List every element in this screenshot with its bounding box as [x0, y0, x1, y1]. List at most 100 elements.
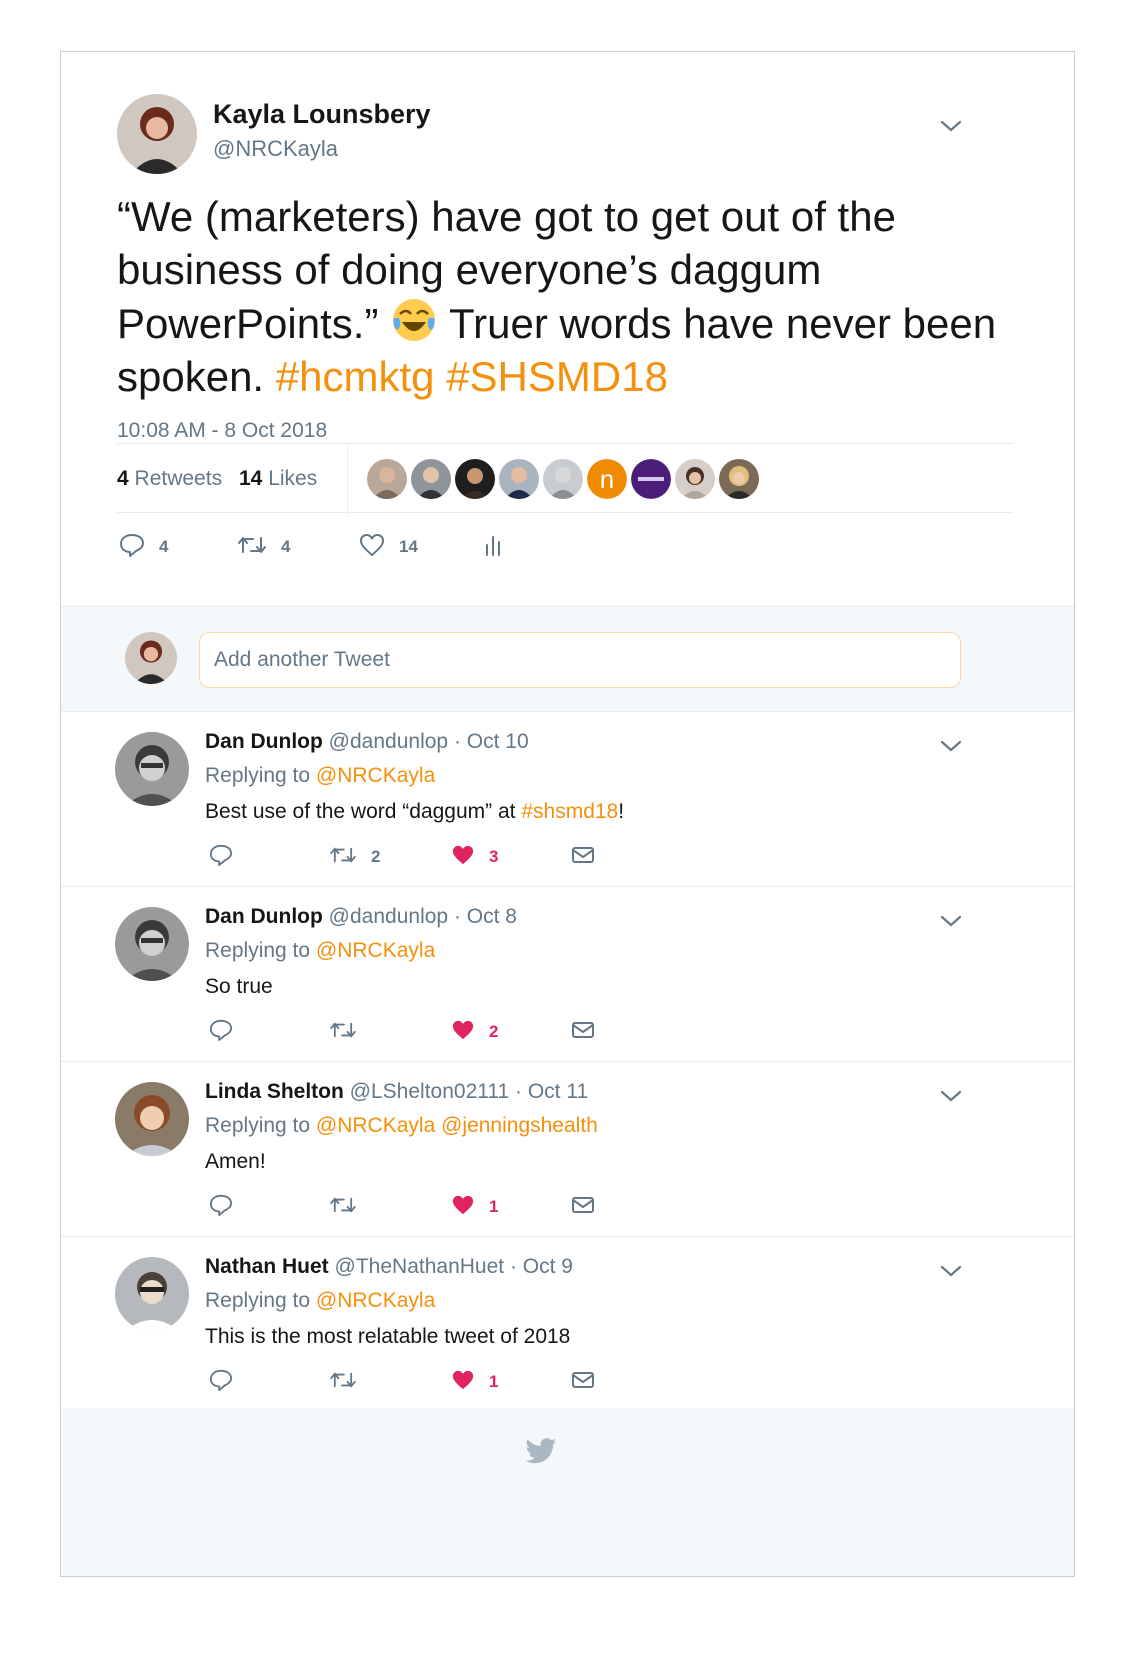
divider [347, 443, 348, 517]
reply-button[interactable] [209, 1192, 233, 1222]
hashtag-link[interactable]: #SHSMD18 [446, 353, 668, 400]
avatar [125, 632, 177, 684]
avatar[interactable] [675, 459, 715, 499]
divider [117, 512, 1013, 513]
like-count: 1 [489, 1372, 499, 1391]
reply-text: So true [205, 975, 273, 998]
reply-date[interactable]: · Oct 9 [510, 1255, 573, 1278]
reply-button[interactable] [209, 1017, 233, 1047]
avatar[interactable] [115, 732, 189, 806]
reply-author-handle[interactable]: @dandunlop [329, 905, 448, 928]
avatar[interactable] [455, 459, 495, 499]
avatar[interactable]: n [587, 459, 627, 499]
chevron-down-icon[interactable] [939, 738, 963, 754]
avatar[interactable] [115, 1257, 189, 1331]
retweet-button[interactable]: 4 [237, 532, 290, 562]
replying-to: Replying to @NRCKayla [205, 1289, 435, 1313]
reply-icon [119, 533, 145, 562]
mention-link[interactable]: @NRCKayla @jenningshealth [316, 1114, 598, 1137]
retweet-button[interactable] [329, 1192, 357, 1222]
avatar[interactable] [499, 459, 539, 499]
retweets-label: Retweets [134, 467, 223, 490]
heart-icon [451, 844, 475, 871]
tweet-timestamp[interactable]: 10:08 AM - 8 Oct 2018 [117, 419, 327, 443]
retweet-button[interactable] [329, 1017, 357, 1047]
reply-tweet[interactable]: Dan Dunlop @dandunlop · Oct 10 Replying … [61, 712, 1074, 887]
analytics-icon [483, 533, 503, 562]
retweets-stat[interactable]: 4 Retweets [117, 467, 222, 491]
analytics-button[interactable] [483, 532, 503, 562]
reply-button[interactable] [209, 842, 233, 872]
mention-link[interactable]: @NRCKayla [316, 939, 435, 962]
author-avatar[interactable] [117, 94, 197, 174]
direct-message-button[interactable] [571, 1367, 595, 1397]
reply-actions: 2 [205, 1017, 625, 1047]
reply-button[interactable]: 4 [119, 532, 168, 562]
twitter-bird-icon[interactable] [524, 1438, 558, 1471]
retweet-icon [329, 1370, 357, 1395]
tweet-stats: 4 Retweets 14 Likes n [117, 443, 1013, 517]
mention-link[interactable]: @NRCKayla [316, 1289, 435, 1312]
avatar[interactable] [719, 459, 759, 499]
author-name[interactable]: Kayla Lounsbery [213, 99, 431, 130]
hashtag-link[interactable]: #shsmd18 [521, 800, 618, 823]
reply-icon [209, 1019, 233, 1046]
reply-author-name[interactable]: Dan Dunlop [205, 730, 323, 753]
envelope-icon [571, 845, 595, 870]
compose-area: Add another Tweet [61, 606, 1074, 712]
reply-text: Best use of the word “daggum” at #shsmd1… [205, 800, 624, 824]
like-button[interactable]: 1 [451, 1367, 498, 1397]
like-button[interactable]: 3 [451, 842, 498, 872]
reply-tweet[interactable]: Linda Shelton @LShelton02111 · Oct 11 Re… [61, 1062, 1074, 1237]
chevron-down-icon[interactable] [939, 1088, 963, 1104]
avatar[interactable] [543, 459, 583, 499]
replying-to-label: Replying to [205, 764, 311, 787]
reply-author-handle[interactable]: @LShelton02111 [350, 1080, 510, 1103]
chevron-down-icon[interactable] [939, 913, 963, 929]
like-button[interactable]: 1 [451, 1192, 498, 1222]
reply-header: Nathan Huet @TheNathanHuet · Oct 9 [205, 1255, 573, 1279]
reply-author-name[interactable]: Nathan Huet [205, 1255, 329, 1278]
reply-date[interactable]: · Oct 10 [454, 730, 529, 753]
retweet-count: 4 [281, 537, 291, 556]
reply-author-name[interactable]: Linda Shelton [205, 1080, 344, 1103]
heart-icon [451, 1194, 475, 1221]
chevron-down-icon[interactable] [939, 118, 963, 134]
reply-input[interactable]: Add another Tweet [199, 632, 961, 688]
direct-message-button[interactable] [571, 1017, 595, 1047]
reply-header: Dan Dunlop @dandunlop · Oct 10 [205, 730, 529, 754]
avatar[interactable] [631, 459, 671, 499]
retweet-button[interactable] [329, 1367, 357, 1397]
replying-to: Replying to @NRCKayla @jenningshealth [205, 1114, 598, 1138]
retweet-button[interactable]: 2 [329, 842, 380, 872]
retweet-icon [329, 1020, 357, 1045]
reply-actions: 2 3 [205, 842, 625, 872]
reply-tweet[interactable]: Dan Dunlop @dandunlop · Oct 8 Replying t… [61, 887, 1074, 1062]
direct-message-button[interactable] [571, 1192, 595, 1222]
likes-stat[interactable]: 14 Likes [239, 467, 317, 491]
direct-message-button[interactable] [571, 842, 595, 872]
mention-link[interactable]: @NRCKayla [316, 764, 435, 787]
reply-button[interactable] [209, 1367, 233, 1397]
svg-text:n: n [600, 464, 614, 494]
author-handle[interactable]: @NRCKayla [213, 136, 338, 162]
avatar[interactable] [367, 459, 407, 499]
reply-date[interactable]: · Oct 8 [454, 905, 517, 928]
retweet-icon [329, 1195, 357, 1220]
reply-author-handle[interactable]: @TheNathanHuet [335, 1255, 505, 1278]
reply-author-name[interactable]: Dan Dunlop [205, 905, 323, 928]
chevron-down-icon[interactable] [939, 1263, 963, 1279]
avatar[interactable] [411, 459, 451, 499]
tweet-actions: 4 4 14 [119, 532, 619, 572]
avatar[interactable] [115, 1082, 189, 1156]
reply-tweet[interactable]: Nathan Huet @TheNathanHuet · Oct 9 Reply… [61, 1237, 1074, 1412]
avatar[interactable] [115, 907, 189, 981]
reply-header: Dan Dunlop @dandunlop · Oct 8 [205, 905, 517, 929]
hashtag-link[interactable]: #hcmktg [276, 353, 435, 400]
reply-header: Linda Shelton @LShelton02111 · Oct 11 [205, 1080, 588, 1104]
like-button[interactable]: 2 [451, 1017, 498, 1047]
reply-date[interactable]: · Oct 11 [515, 1080, 588, 1103]
reply-author-handle[interactable]: @dandunlop [329, 730, 448, 753]
likes-count: 14 [239, 467, 263, 490]
like-button[interactable]: 14 [359, 532, 418, 562]
